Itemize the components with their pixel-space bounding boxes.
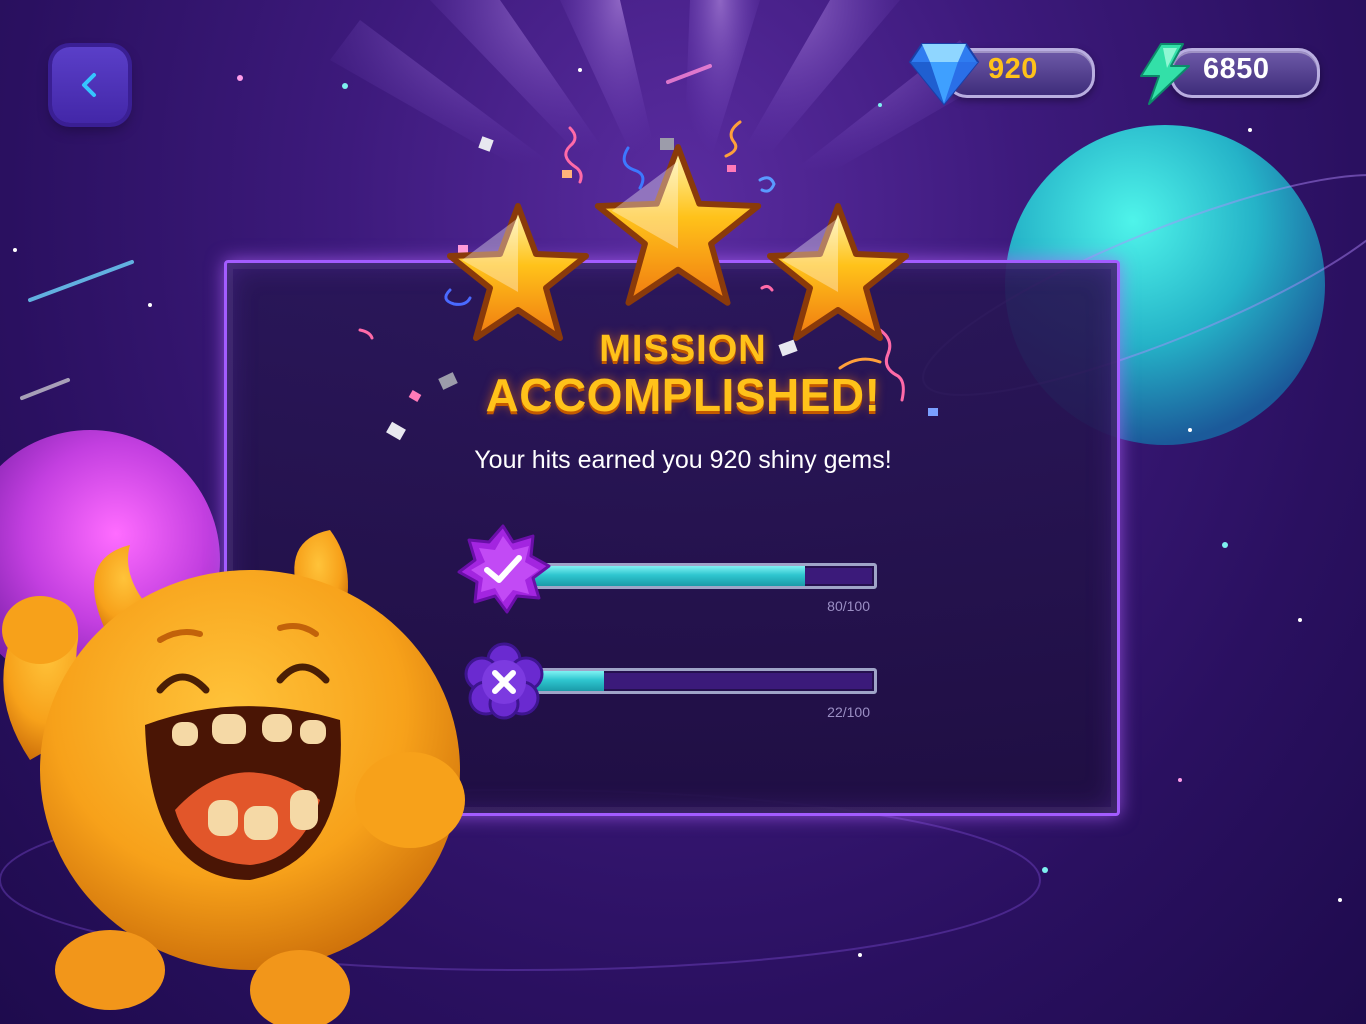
title-line-2: ACCOMPLISHED! (485, 369, 881, 421)
star-right-icon (767, 203, 909, 341)
result-subtitle: Your hits earned you 920 shiny gems! (474, 446, 892, 474)
star-rating (447, 144, 909, 341)
title-line-1: MISSION (599, 328, 767, 370)
progress-bar-hits (525, 563, 877, 589)
progress-label-hits: 80/100 (827, 598, 870, 614)
progress-bar-misses (525, 668, 877, 694)
cross-badge-icon (464, 642, 544, 720)
star-center-icon (594, 144, 762, 306)
progress-label-misses: 22/100 (827, 704, 870, 720)
progress-fill-hits (528, 566, 805, 586)
star-left-icon (447, 203, 589, 341)
checkmark-badge-icon (457, 524, 551, 614)
